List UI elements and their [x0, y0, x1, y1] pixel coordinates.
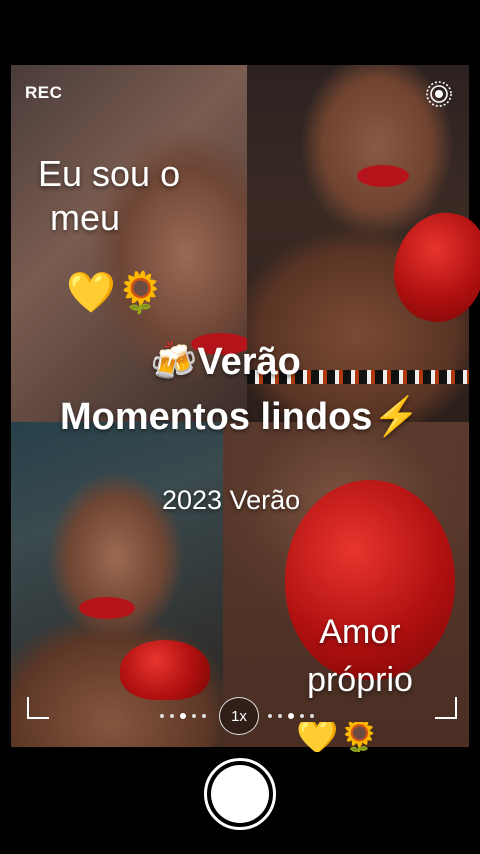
- caption-text: Eu sou o meu: [38, 152, 238, 240]
- frame-corner-icon: [27, 697, 49, 719]
- bottom-emojis: 💛🌻: [296, 722, 381, 752]
- amor-line: próprio: [307, 661, 413, 699]
- caption-emojis: 💛🌻: [66, 270, 166, 316]
- zoom-dot: [202, 714, 206, 718]
- title-line: Momentos lindos⚡: [60, 396, 420, 438]
- zoom-dot: [278, 714, 282, 718]
- title-line: 🍻Verão: [150, 341, 301, 383]
- zoom-button[interactable]: 1x: [219, 697, 259, 735]
- zoom-dot: [300, 714, 304, 718]
- caption-line: Eu sou o: [38, 153, 181, 194]
- zoom-dot: [268, 714, 272, 718]
- lips-shape: [79, 597, 135, 619]
- amor-line: Amor: [319, 613, 401, 651]
- zoom-dot: [288, 713, 294, 719]
- heart-sticker: [120, 640, 210, 700]
- zoom-dot: [160, 714, 164, 718]
- zoom-dots-left[interactable]: [160, 713, 206, 719]
- amor-caption: Amor próprio: [285, 608, 435, 704]
- shutter-inner: [211, 765, 269, 823]
- shutter-button[interactable]: [204, 758, 276, 830]
- zoom-dot: [180, 713, 186, 719]
- zoom-dot: [170, 714, 174, 718]
- zoom-dots-right[interactable]: [268, 713, 314, 719]
- zoom-dot: [310, 714, 314, 718]
- zoom-dot: [192, 714, 196, 718]
- caption-line: meu: [50, 197, 121, 238]
- rec-label: REC: [25, 83, 63, 102]
- lips-shape: [357, 165, 409, 187]
- live-target-icon[interactable]: [425, 80, 453, 108]
- frame-corner-icon: [435, 697, 457, 719]
- year-caption: 2023 Verão: [162, 485, 301, 515]
